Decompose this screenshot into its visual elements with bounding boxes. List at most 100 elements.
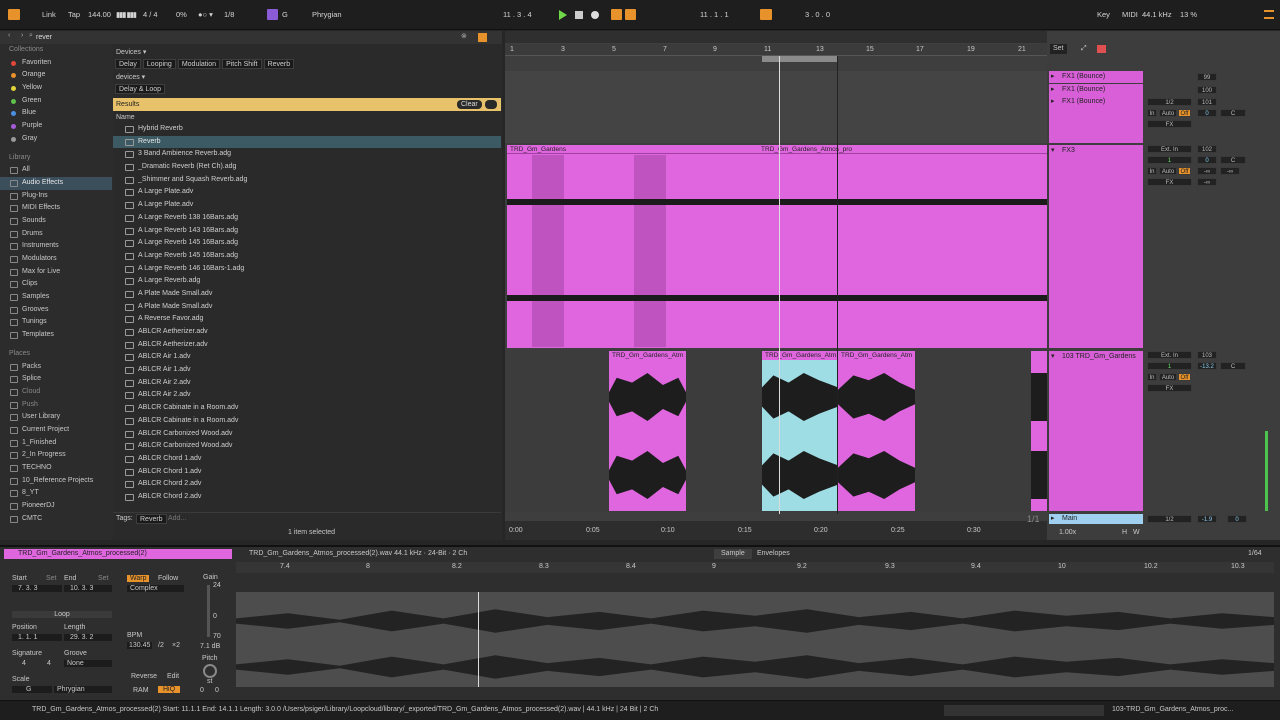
list-item[interactable]: A Large Reverb.adg bbox=[113, 275, 501, 288]
sidebar-item-purple[interactable]: Purple bbox=[0, 120, 112, 133]
track-header-fx1[interactable]: ▸ FX1 (Bounce) bbox=[1049, 71, 1143, 83]
monitor-off[interactable]: Off bbox=[1178, 373, 1191, 381]
sidebar-item-techno[interactable]: TECHNO bbox=[0, 462, 112, 475]
pitch-knob[interactable] bbox=[203, 664, 217, 678]
sidebar-item-plugins[interactable]: Plug-Ins bbox=[0, 190, 112, 203]
list-item[interactable]: ABLCR Carbonized Wood.adv bbox=[113, 428, 501, 441]
monitor-in[interactable]: In bbox=[1147, 167, 1157, 175]
fx-routing[interactable]: FX bbox=[1147, 384, 1192, 392]
sidebar-item-pioneerdj[interactable]: PioneerDJ bbox=[0, 500, 112, 513]
list-item[interactable]: _Shimmer and Squash Reverb.adg bbox=[113, 174, 501, 187]
audio-clip[interactable]: TRD_Gm_Gardens_Atm bbox=[609, 351, 686, 511]
scale-icon[interactable] bbox=[267, 9, 278, 20]
main-routing[interactable]: 1/2 bbox=[1147, 515, 1192, 523]
list-item[interactable]: ABLCR Aetherizer.adv bbox=[113, 339, 501, 352]
main-track-header[interactable]: ▸ Main bbox=[1049, 514, 1143, 524]
set-button[interactable]: Set bbox=[1050, 44, 1067, 54]
volume-field[interactable]: 99 bbox=[1197, 73, 1217, 81]
lock-icon[interactable] bbox=[1097, 45, 1106, 53]
list-item[interactable]: A Large Reverb 138 16Bars.adg bbox=[113, 212, 501, 225]
volume-field[interactable]: 101 bbox=[1197, 98, 1217, 106]
sidebar-item-samples[interactable]: Samples bbox=[0, 291, 112, 304]
track-header-fx1[interactable]: ▸ FX1 (Bounce) bbox=[1049, 84, 1143, 96]
loop-brace[interactable] bbox=[762, 56, 837, 62]
add-results-icon[interactable] bbox=[485, 100, 497, 109]
menu-icon[interactable] bbox=[1264, 10, 1274, 19]
volume-field[interactable]: 100 bbox=[1197, 86, 1217, 94]
tap-button[interactable]: Tap bbox=[68, 9, 80, 21]
edit-button[interactable]: Edit bbox=[167, 673, 179, 680]
filter-modulation[interactable]: Modulation bbox=[177, 59, 221, 69]
sidebar-item-modulators[interactable]: Modulators bbox=[0, 253, 112, 266]
send-field[interactable]: -13.2 bbox=[1197, 362, 1217, 370]
sidebar-item-packs[interactable]: Packs bbox=[0, 361, 112, 374]
metronome-icon[interactable]: ●○ ▾ bbox=[198, 9, 213, 21]
monitor-auto[interactable]: Auto bbox=[1159, 109, 1177, 117]
list-item[interactable]: A Plate Made Small.adv bbox=[113, 301, 501, 314]
loop-toggle-icon[interactable] bbox=[760, 9, 772, 20]
list-item[interactable]: ABLCR Air 1.adv bbox=[113, 351, 501, 364]
list-item[interactable]: A Large Reverb 143 16Bars.adg bbox=[113, 225, 501, 238]
devices-breadcrumb[interactable]: Devices ▾ bbox=[116, 48, 146, 56]
tab-sample[interactable]: Sample bbox=[714, 549, 752, 559]
send-b[interactable]: -∞ bbox=[1220, 167, 1240, 175]
link-button[interactable]: Link bbox=[42, 9, 56, 21]
input-routing[interactable]: Ext. In bbox=[1147, 145, 1192, 153]
volume-field[interactable]: 103 bbox=[1197, 351, 1217, 359]
warp-mode-select[interactable]: Complex bbox=[127, 585, 184, 592]
send-c[interactable]: -∞ bbox=[1197, 178, 1217, 186]
sidebar-item-finished[interactable]: 1_Finished bbox=[0, 437, 112, 450]
sample-ruler[interactable]: 7.4 8 8.2 8.3 8.4 9 9.2 9.3 9.4 10 10.2 … bbox=[236, 562, 1274, 573]
sidebar-item-midi-effects[interactable]: MIDI Effects bbox=[0, 202, 112, 215]
sidebar-item-grooves[interactable]: Grooves bbox=[0, 304, 112, 317]
sidebar-item-yellow[interactable]: Yellow bbox=[0, 82, 112, 95]
main-volume[interactable]: -1.9 bbox=[1197, 515, 1217, 523]
time-ruler[interactable]: 0:00 0:05 0:10 0:15 0:20 0:25 0:30 bbox=[505, 521, 1047, 540]
clear-button[interactable]: Clear bbox=[457, 100, 482, 109]
list-item[interactable]: _Dramatic Reverb (Ret Ch).adg bbox=[113, 161, 501, 174]
monitor-off[interactable]: Off bbox=[1178, 109, 1191, 117]
clear-search-icon[interactable]: ⊗ bbox=[461, 32, 467, 40]
input-routing[interactable]: Ext. In bbox=[1147, 351, 1192, 359]
overview-strip[interactable] bbox=[505, 31, 1047, 43]
warp-button[interactable]: Warp bbox=[127, 575, 150, 582]
list-item[interactable]: ABLCR Cabinate in a Room.adv bbox=[113, 415, 501, 428]
list-item[interactable]: ABLCR Aetherizer.adv bbox=[113, 326, 501, 339]
volume-field[interactable]: 102 bbox=[1197, 145, 1217, 153]
list-item[interactable]: A Large Plate.adv bbox=[113, 186, 501, 199]
track-header-103[interactable]: ▾ 103 TRD_Gm_Gardens bbox=[1049, 351, 1143, 511]
scale-select[interactable]: Phrygian bbox=[312, 9, 342, 21]
channel-select[interactable]: 1 bbox=[1147, 362, 1192, 370]
list-item[interactable]: Reverb bbox=[113, 135, 501, 149]
overview-scroll[interactable] bbox=[944, 705, 1104, 716]
list-item[interactable]: A Reverse Favor.adg bbox=[113, 313, 501, 326]
list-item[interactable]: A Large Reverb 146 16Bars-1.adg bbox=[113, 263, 501, 276]
sidebar-item-splice[interactable]: Splice bbox=[0, 373, 112, 386]
list-item[interactable]: A Large Reverb 145 16Bars.adg bbox=[113, 250, 501, 263]
sidebar-item-orange[interactable]: Orange bbox=[0, 69, 112, 82]
sidebar-item-push[interactable]: Push bbox=[0, 399, 112, 412]
sidebar-item-cmtc[interactable]: CMTC bbox=[0, 513, 112, 526]
sidebar-item-all[interactable]: All bbox=[0, 164, 112, 177]
sidebar-item-instruments[interactable]: Instruments bbox=[0, 240, 112, 253]
bpm-field[interactable]: 130.45 bbox=[127, 642, 153, 649]
tempo-factor[interactable]: 1.00x bbox=[1059, 529, 1076, 536]
sidebar-item-favoriten[interactable]: Favoriten bbox=[0, 57, 112, 70]
pitch-cents[interactable]: 0 bbox=[215, 687, 219, 694]
tag-add[interactable]: Add... bbox=[168, 515, 186, 522]
list-item[interactable]: ABLCR Air 2.adv bbox=[113, 377, 501, 390]
filter-looping[interactable]: Looping bbox=[142, 59, 176, 69]
send-field[interactable]: 0 bbox=[1197, 109, 1217, 117]
tag-reverb[interactable]: Reverb bbox=[136, 514, 167, 524]
devices-sub-breadcrumb[interactable]: devices ▾ bbox=[116, 73, 145, 81]
channel-select[interactable]: 1 bbox=[1147, 156, 1192, 164]
key-map-button[interactable]: Key bbox=[1097, 9, 1110, 21]
follow-button[interactable]: Follow bbox=[158, 575, 178, 582]
set-end-button[interactable]: Set bbox=[98, 575, 109, 582]
sidebar-item-tunings[interactable]: Tunings bbox=[0, 316, 112, 329]
sidebar-item-drums[interactable]: Drums bbox=[0, 228, 112, 241]
signature-numerator[interactable]: 4 bbox=[22, 660, 26, 667]
audio-clip[interactable]: TRD_Gm_Gardens_Atm bbox=[838, 351, 915, 511]
track-header-fx1[interactable]: ▸ FX1 (Bounce) bbox=[1049, 96, 1143, 143]
arrangement-position[interactable]: 11 . 3 . 4 bbox=[503, 9, 532, 21]
